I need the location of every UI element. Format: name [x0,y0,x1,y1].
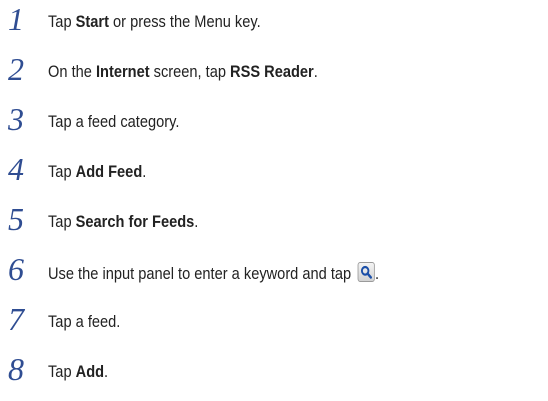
step-text: Tap a feed category. [48,112,180,131]
step-text-part: . [194,212,199,231]
step-7: 7 Tap a feed. [0,303,548,343]
step-number: 7 [8,301,24,337]
step-number: 6 [8,251,24,287]
step-bold-term: Internet [95,62,150,81]
step-text-part: Tap [48,12,76,31]
step-text: Tap Add. [48,362,108,382]
step-5: 5 Tap Search for Feeds. [0,203,548,243]
step-text: Use the input panel to enter a keyword a… [48,262,379,284]
step-3: 3 Tap a feed category. [0,103,548,143]
step-text-part: . [375,264,380,283]
step-8: 8 Tap Add. [0,353,548,393]
step-text-part: screen, tap [149,62,231,81]
step-text-part: Tap [48,162,76,181]
step-number: 3 [8,101,24,137]
step-bold-term: Start [75,12,109,31]
step-text-part: Tap [48,212,76,231]
search-icon [357,262,376,282]
step-4: 4 Tap Add Feed. [0,153,548,193]
step-bold-term: RSS Reader [230,62,314,81]
step-bold-term: Add Feed [75,162,143,181]
step-text: Tap Add Feed. [48,162,146,182]
step-number: 1 [8,1,24,37]
step-text-part: Use the input panel to enter a keyword a… [48,264,356,283]
step-text: Tap Start or press the Menu key. [48,12,261,32]
step-bold-term: Add [75,362,105,381]
instruction-steps: 1 Tap Start or press the Menu key. 2 On … [0,0,548,401]
step-text: On the Internet screen, tap RSS Reader. [48,62,318,82]
step-6: 6 Use the input panel to enter a keyword… [0,253,548,293]
step-text-part: On the [48,62,96,81]
step-text-part: . [142,162,147,181]
magnifier-glyph [361,265,373,279]
step-text-part: Tap [48,362,76,381]
step-bold-term: Search for Feeds [75,212,195,231]
step-2: 2 On the Internet screen, tap RSS Reader… [0,53,548,93]
step-number: 4 [8,151,24,187]
step-text-part: . [104,362,109,381]
step-number: 2 [8,51,24,87]
step-text-part: . [313,62,318,81]
step-number: 5 [8,201,24,237]
step-text-part: or press the Menu key. [108,12,261,31]
step-1: 1 Tap Start or press the Menu key. [0,3,548,43]
step-number: 8 [8,351,24,387]
step-text: Tap a feed. [48,312,121,331]
step-text: Tap Search for Feeds. [48,212,198,232]
